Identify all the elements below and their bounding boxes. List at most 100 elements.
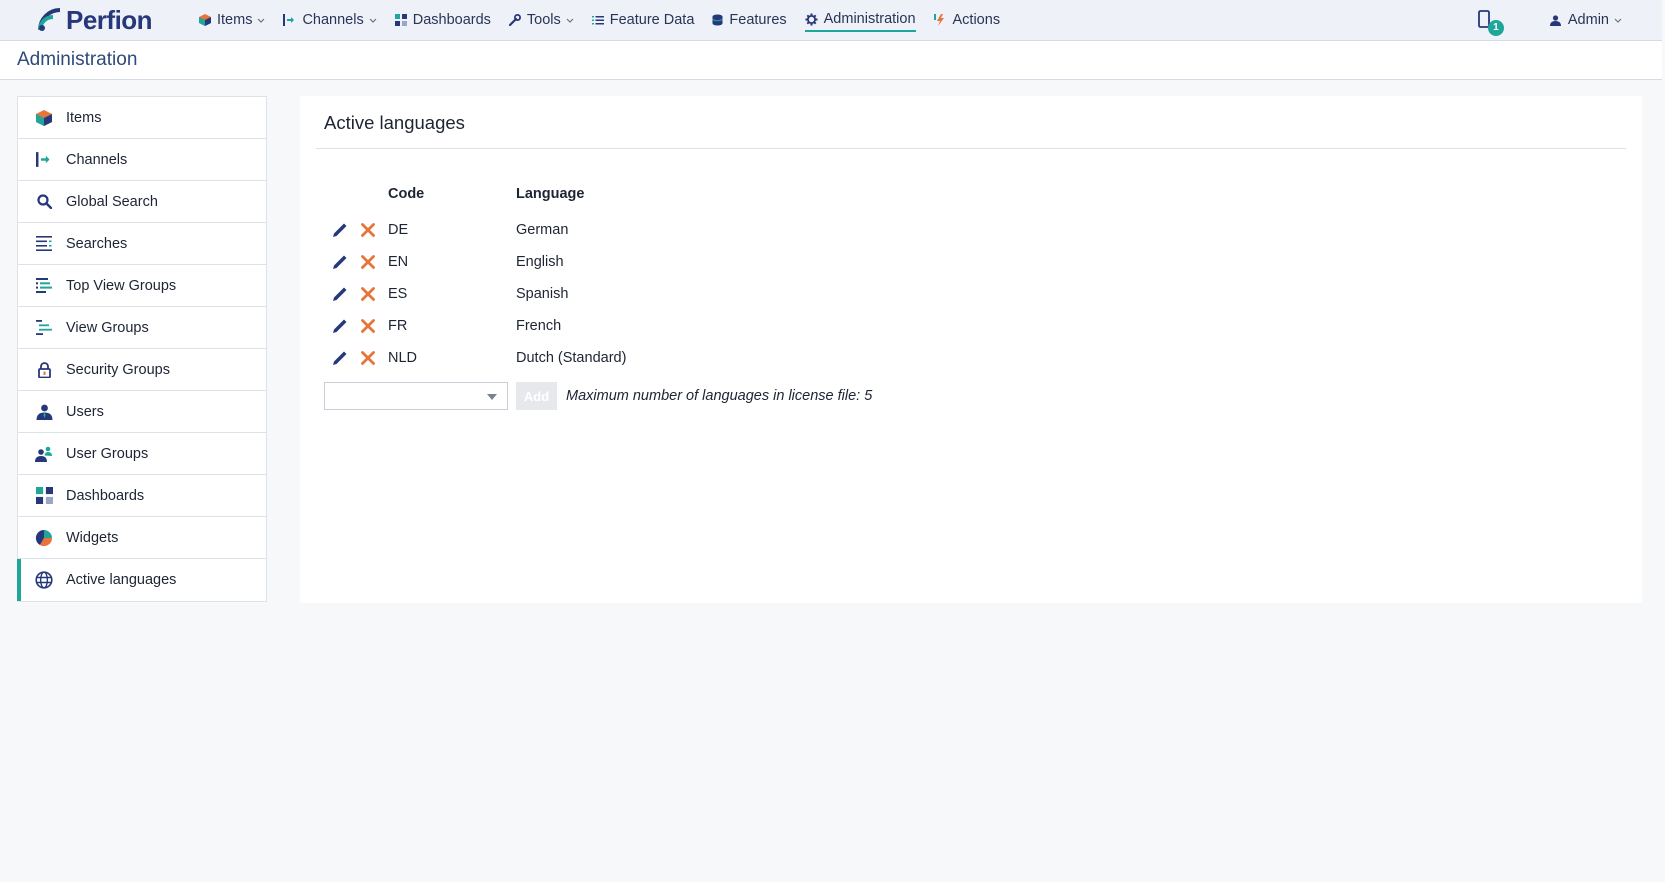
divider [316,148,1626,149]
sidebar-item-active-languages[interactable]: Active languages [17,559,266,601]
table-row: EN English [326,246,1026,278]
sidebar-item-label: Widgets [66,529,119,546]
delete-button[interactable] [354,216,382,244]
sidebar-item-widgets[interactable]: Widgets [18,517,266,559]
nav-channels[interactable]: Channels [274,0,385,41]
sidebar-item-searches[interactable]: Searches [18,223,266,265]
language-code: FR [388,318,408,334]
nav-actions[interactable]: Actions [925,0,1010,41]
language-name: Dutch (Standard) [516,350,627,366]
edit-button[interactable] [326,248,354,276]
nav-items[interactable]: Items [190,0,274,41]
perfion-logo-icon [38,8,61,31]
chevron-down-icon [369,18,377,23]
notifications-badge: 1 [1487,19,1504,36]
close-icon [361,319,375,333]
nav-administration[interactable]: Administration [796,0,925,41]
column-header-code: Code [388,186,425,202]
sidebar-item-dashboards[interactable]: Dashboards [18,475,266,517]
edit-button[interactable] [326,344,354,372]
user-icon [1549,14,1561,26]
perfion-logo[interactable]: Perfion [36,5,186,36]
language-name: French [516,318,562,334]
wrench-icon [508,14,521,26]
active-languages-panel: Active languages Code Language DE German… [300,96,1642,603]
sidebar-item-security-groups[interactable]: Security Groups [18,349,266,391]
pencil-icon [333,255,347,269]
delete-button[interactable] [354,248,382,276]
brand-name: Perfion [66,4,153,35]
sidebar-item-label: Users [66,403,104,420]
sidebar-item-label: User Groups [66,445,149,462]
language-name: German [516,222,569,238]
pencil-icon [333,287,347,301]
pencil-icon [333,223,347,237]
sidebar-item-label: View Groups [66,319,149,336]
delete-button[interactable] [354,344,382,372]
panel-title: Active languages [324,112,465,133]
language-code: NLD [388,350,418,366]
sidebar-item-channels[interactable]: Channels [18,139,266,181]
sidebar-item-top-view-groups[interactable]: Top View Groups [18,265,266,307]
cube-icon [36,109,52,126]
delete-button[interactable] [354,280,382,308]
edit-button[interactable] [326,280,354,308]
nav-dashboards[interactable]: Dashboards [386,0,500,41]
globe-icon [35,571,53,589]
nav-feature-data[interactable]: Feature Data [583,0,704,41]
add-language-row: Add Maximum number of languages in licen… [324,382,872,410]
page-title: Administration [17,49,138,70]
sidebar-item-label: Top View Groups [66,277,177,294]
pie-chart-icon [35,529,53,546]
sidebar-item-label: Items [66,109,102,126]
nav-label: Tools [526,12,561,28]
sidebar-item-user-groups[interactable]: User Groups [18,433,266,475]
database-icon [712,14,724,26]
add-language-button[interactable]: Add [516,382,557,410]
lock-icon [37,361,51,378]
nav-label: Items [217,12,253,28]
language-code: EN [388,254,409,270]
cube-icon [199,14,211,26]
edit-button[interactable] [326,312,354,340]
admin-sidebar: Items Channels Global Search Searches To… [17,96,267,602]
sidebar-item-global-search[interactable]: Global Search [18,181,266,223]
sidebar-item-label: Active languages [66,572,177,588]
language-select[interactable] [324,382,508,410]
nav-features[interactable]: Features [703,0,795,41]
gear-icon [805,13,818,25]
nav-label: Feature Data [609,12,695,28]
language-code: ES [388,286,408,302]
main-nav: Items Channels Dashboards Tools Feature … [190,0,1009,41]
user-groups-icon [35,446,52,462]
top-view-groups-icon [36,278,52,293]
nav-tools[interactable]: Tools [500,0,583,41]
close-icon [361,255,375,269]
delete-button[interactable] [354,312,382,340]
language-name: English [516,254,564,270]
notifications-button[interactable]: 1 [1477,9,1504,36]
channel-icon [36,152,50,167]
view-groups-icon [36,320,52,335]
chevron-down-icon [1614,18,1622,23]
sidebar-item-label: Searches [66,235,128,252]
user-name: Admin [1567,12,1609,28]
sidebar-item-label: Dashboards [66,487,145,504]
sidebar-item-users[interactable]: Users [18,391,266,433]
edit-button[interactable] [326,216,354,244]
sidebar-item-items[interactable]: Items [18,97,266,139]
channel-icon [283,14,295,26]
column-header-language: Language [516,186,585,202]
sidebar-item-label: Channels [66,151,128,168]
table-row: ES Spanish [326,278,1026,310]
language-name: Spanish [516,286,569,302]
close-icon [361,351,375,365]
lightning-icon [933,14,944,26]
user-menu[interactable]: Admin [1549,12,1622,28]
sidebar-item-label: Global Search [66,193,158,210]
nav-label: Actions [952,12,1001,28]
caret-down-icon [487,394,497,400]
list-icon [591,16,604,25]
sidebar-item-view-groups[interactable]: View Groups [18,307,266,349]
search-icon [36,194,52,209]
